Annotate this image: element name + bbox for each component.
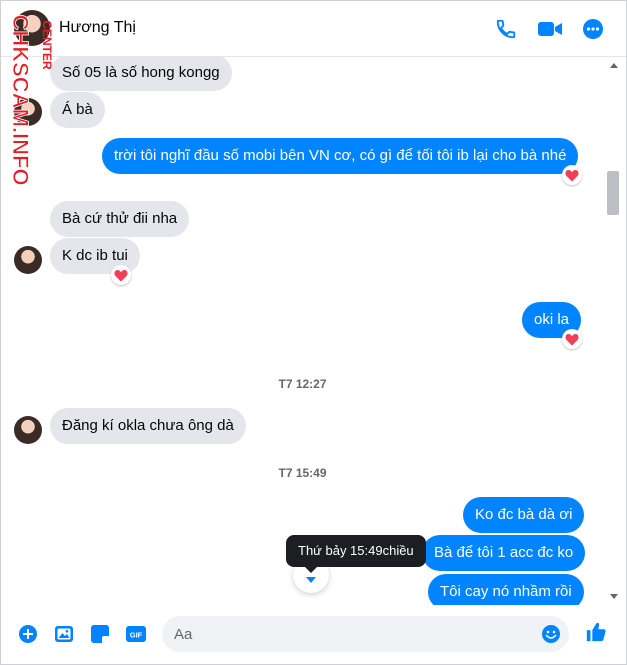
timestamp-tooltip: Thứ bảy 15:49chiều — [286, 535, 426, 567]
timestamp-divider: T7 12:27 — [278, 377, 327, 391]
message-input[interactable] — [174, 616, 524, 652]
like-icon[interactable] — [584, 620, 608, 644]
emoji-icon[interactable] — [541, 624, 561, 644]
heart-reaction-icon[interactable] — [562, 329, 582, 349]
message-input-container[interactable] — [162, 616, 569, 652]
message-composer: GIF — [1, 605, 626, 664]
sticker-icon[interactable] — [89, 623, 111, 645]
message-bubble-incoming[interactable]: Bà cứ thử đii nha — [50, 201, 190, 237]
tooltip-arrow — [304, 566, 318, 573]
gif-icon[interactable]: GIF — [125, 623, 147, 645]
svg-text:GIF: GIF — [130, 631, 143, 640]
scroll-up-arrow-icon[interactable] — [610, 63, 618, 68]
message-bubble-outgoing[interactable]: Ko đc bà dà ơi — [463, 497, 585, 533]
message-bubble-outgoing[interactable]: Bà để tôi 1 acc đc ko — [422, 535, 586, 571]
sender-avatar[interactable] — [14, 416, 42, 444]
messenger-chat-window: Hương Thị CHKSCAM.INFO CENTER Số 05 là s… — [0, 0, 627, 665]
sender-avatar[interactable] — [14, 98, 42, 126]
heart-reaction-icon[interactable] — [562, 165, 582, 185]
sender-avatar[interactable] — [14, 246, 42, 274]
add-icon[interactable] — [17, 623, 39, 645]
video-camera-icon[interactable] — [535, 16, 565, 42]
message-bubble-outgoing[interactable]: trời tôi nghĩ đầu số mobi bên VN cơ, có … — [102, 138, 579, 174]
scroll-down-arrow-icon[interactable] — [610, 594, 618, 599]
scrollbar-thumb[interactable] — [607, 171, 619, 215]
message-list[interactable]: Số 05 là số hong kongg Á bà trời tôi ngh… — [1, 57, 604, 605]
message-bubble-incoming[interactable]: Á bà — [50, 92, 105, 128]
more-options-icon[interactable] — [580, 16, 606, 42]
phone-icon[interactable] — [493, 16, 519, 42]
message-bubble-incoming[interactable]: Đăng kí okla chưa ông dà — [50, 408, 246, 444]
timestamp-divider: T7 15:49 — [278, 466, 327, 480]
chat-header: Hương Thị — [1, 1, 626, 57]
contact-name[interactable]: Hương Thị — [59, 19, 136, 37]
message-bubble-incoming[interactable]: Số 05 là số hong kongg — [50, 57, 232, 91]
contact-avatar[interactable] — [14, 10, 50, 46]
photo-icon[interactable] — [53, 623, 75, 645]
message-bubble-outgoing[interactable]: Tôi cay nó nhầm rồi — [428, 574, 584, 605]
heart-reaction-icon[interactable] — [111, 265, 131, 285]
chat-scrollbar[interactable] — [604, 57, 624, 605]
